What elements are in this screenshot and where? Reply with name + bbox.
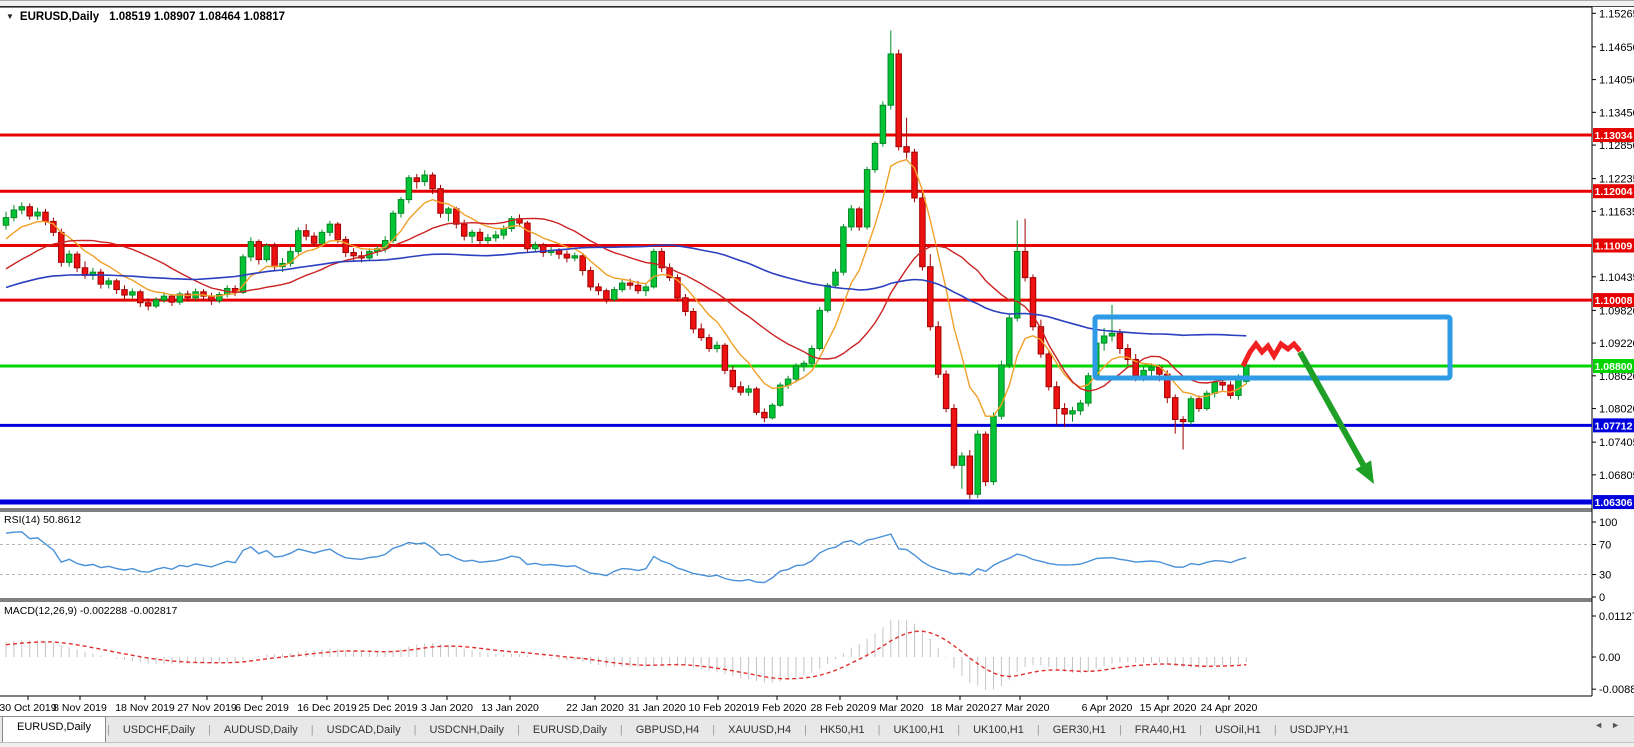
window-bottom-edge: [0, 742, 1634, 747]
svg-text:1.13450: 1.13450: [1599, 107, 1634, 119]
downtrend-arrow-shaft: [1300, 352, 1368, 474]
terminal-window: 1.152651.146501.140501.134501.128501.122…: [0, 0, 1634, 747]
ma-fast-line: [6, 160, 1246, 417]
svg-text:31 Jan 2020: 31 Jan 2020: [628, 702, 686, 714]
svg-text:0.011277: 0.011277: [1599, 611, 1634, 623]
svg-text:3 Jan 2020: 3 Jan 2020: [421, 702, 473, 714]
chart-dropdown-icon[interactable]: ▼: [6, 12, 14, 21]
chart-ohlc-values: 1.08519 1.08907 1.08464 1.08817: [109, 11, 285, 23]
svg-text:8 Nov 2019: 8 Nov 2019: [53, 702, 107, 714]
svg-text:28 Feb 2020: 28 Feb 2020: [811, 702, 870, 714]
svg-text:27 Mar 2020: 27 Mar 2020: [991, 702, 1050, 714]
svg-text:1.07712: 1.07712: [1595, 420, 1633, 432]
chart-tab-fra40-h1[interactable]: FRA40,H1: [1123, 720, 1198, 740]
chart-tab-xauusd-h4[interactable]: XAUUSD,H4: [716, 720, 803, 740]
svg-text:0: 0: [1599, 592, 1605, 604]
ma-slow-line: [6, 245, 1246, 336]
rsi-indicator-label: RSI(14) 50.8612: [4, 514, 81, 526]
svg-text:1.12235: 1.12235: [1599, 174, 1634, 186]
svg-text:-0.008845: -0.008845: [1599, 684, 1634, 696]
svg-text:15 Apr 2020: 15 Apr 2020: [1140, 702, 1197, 714]
tab-scroll-right-icon[interactable]: ►: [1611, 720, 1628, 730]
tab-scroll-controls: ◄►: [1594, 720, 1628, 730]
svg-text:1.15265: 1.15265: [1599, 8, 1634, 20]
svg-text:100: 100: [1599, 517, 1617, 529]
svg-text:6 Dec 2019: 6 Dec 2019: [235, 702, 289, 714]
moving-averages-layer: [6, 160, 1246, 417]
svg-text:1.10435: 1.10435: [1599, 272, 1634, 284]
svg-text:1.07405: 1.07405: [1599, 437, 1634, 449]
chart-tab-usoil-h1[interactable]: USOil,H1: [1203, 720, 1273, 740]
svg-text:13 Jan 2020: 13 Jan 2020: [481, 702, 539, 714]
rsi-pane: 100 70 30 0: [0, 517, 1617, 604]
svg-text:18 Mar 2020: 18 Mar 2020: [931, 702, 990, 714]
svg-text:18 Nov 2019: 18 Nov 2019: [115, 702, 175, 714]
tab-scroll-left-icon[interactable]: ◄: [1594, 720, 1611, 730]
svg-text:6 Apr 2020: 6 Apr 2020: [1082, 702, 1133, 714]
svg-text:70: 70: [1599, 540, 1611, 552]
svg-text:1.13034: 1.13034: [1595, 130, 1633, 142]
svg-text:1.14050: 1.14050: [1599, 75, 1634, 87]
svg-text:1.12004: 1.12004: [1595, 186, 1633, 198]
svg-text:1.06805: 1.06805: [1599, 470, 1634, 482]
svg-text:1.08800: 1.08800: [1595, 361, 1633, 373]
price-axis: 1.152651.146501.140501.134501.128501.122…: [1592, 8, 1634, 509]
chart-tab-hk50-h1[interactable]: HK50,H1: [808, 720, 877, 740]
svg-text:10 Feb 2020: 10 Feb 2020: [689, 702, 748, 714]
svg-text:0.00: 0.00: [1599, 652, 1620, 664]
svg-text:1.10008: 1.10008: [1595, 295, 1633, 307]
chart-tab-ger30-h1[interactable]: GER30,H1: [1041, 720, 1118, 740]
macd-signal-line: [6, 631, 1246, 679]
pane-borders: [0, 7, 1592, 696]
chart-tabs-bar: EURUSD,Daily|USDCHF,Daily|AUDUSD,Daily|U…: [0, 716, 1634, 742]
chart-tab-usdcnh-daily[interactable]: USDCNH,Daily: [417, 720, 516, 740]
svg-text:9 Mar 2020: 9 Mar 2020: [870, 702, 923, 714]
svg-text:1.09820: 1.09820: [1599, 305, 1634, 317]
chart-tab-usdjpy-h1[interactable]: USDJPY,H1: [1278, 720, 1361, 740]
candlestick-chart-canvas[interactable]: 1.152651.146501.140501.134501.128501.122…: [0, 0, 1634, 747]
svg-text:25 Dec 2019: 25 Dec 2019: [358, 702, 418, 714]
chart-tab-audusd-daily[interactable]: AUDUSD,Daily: [212, 720, 310, 740]
date-axis: 30 Oct 20198 Nov 2019 18 Nov 201927 Nov 2…: [0, 696, 1257, 714]
annotations-layer[interactable]: [1095, 317, 1450, 484]
svg-text:22 Jan 2020: 22 Jan 2020: [566, 702, 624, 714]
chart-title: ▼ EURUSD,Daily 1.08519 1.08907 1.08464 1.0…: [6, 11, 285, 23]
chart-tab-eurusd-daily[interactable]: EURUSD,Daily: [2, 716, 106, 743]
svg-text:19 Feb 2020: 19 Feb 2020: [748, 702, 807, 714]
chart-tab-uk100-h1[interactable]: UK100,H1: [961, 720, 1036, 740]
chart-tab-eurusd-daily[interactable]: EURUSD,Daily: [521, 720, 619, 740]
svg-text:1.11635: 1.11635: [1599, 206, 1634, 218]
projected-path-zigzag: [1243, 344, 1300, 366]
candles-layer: [3, 30, 1249, 499]
svg-text:27 Nov 2019: 27 Nov 2019: [177, 702, 237, 714]
svg-text:16 Dec 2019: 16 Dec 2019: [297, 702, 357, 714]
svg-text:1.14650: 1.14650: [1599, 42, 1634, 54]
chart-symbol-label: EURUSD,Daily: [20, 11, 99, 23]
chart-tab-gbpusd-h4[interactable]: GBPUSD,H4: [624, 720, 712, 740]
chart-tab-uk100-h1[interactable]: UK100,H1: [881, 720, 956, 740]
svg-text:24 Apr 2020: 24 Apr 2020: [1201, 702, 1258, 714]
svg-text:1.06306: 1.06306: [1595, 497, 1633, 509]
chart-tab-usdcad-daily[interactable]: USDCAD,Daily: [315, 720, 413, 740]
svg-text:1.08020: 1.08020: [1599, 404, 1634, 416]
chart-tab-usdchf-daily[interactable]: USDCHF,Daily: [111, 720, 207, 740]
macd-pane: 0.011277 0.00 -0.008845: [6, 611, 1634, 696]
macd-indicator-label: MACD(12,26,9) -0.002288 -0.002817: [4, 605, 177, 617]
svg-text:1.11009: 1.11009: [1595, 240, 1633, 252]
svg-text:30: 30: [1599, 570, 1611, 582]
svg-text:1.09220: 1.09220: [1599, 338, 1634, 350]
svg-text:30 Oct 2019: 30 Oct 2019: [0, 702, 57, 714]
